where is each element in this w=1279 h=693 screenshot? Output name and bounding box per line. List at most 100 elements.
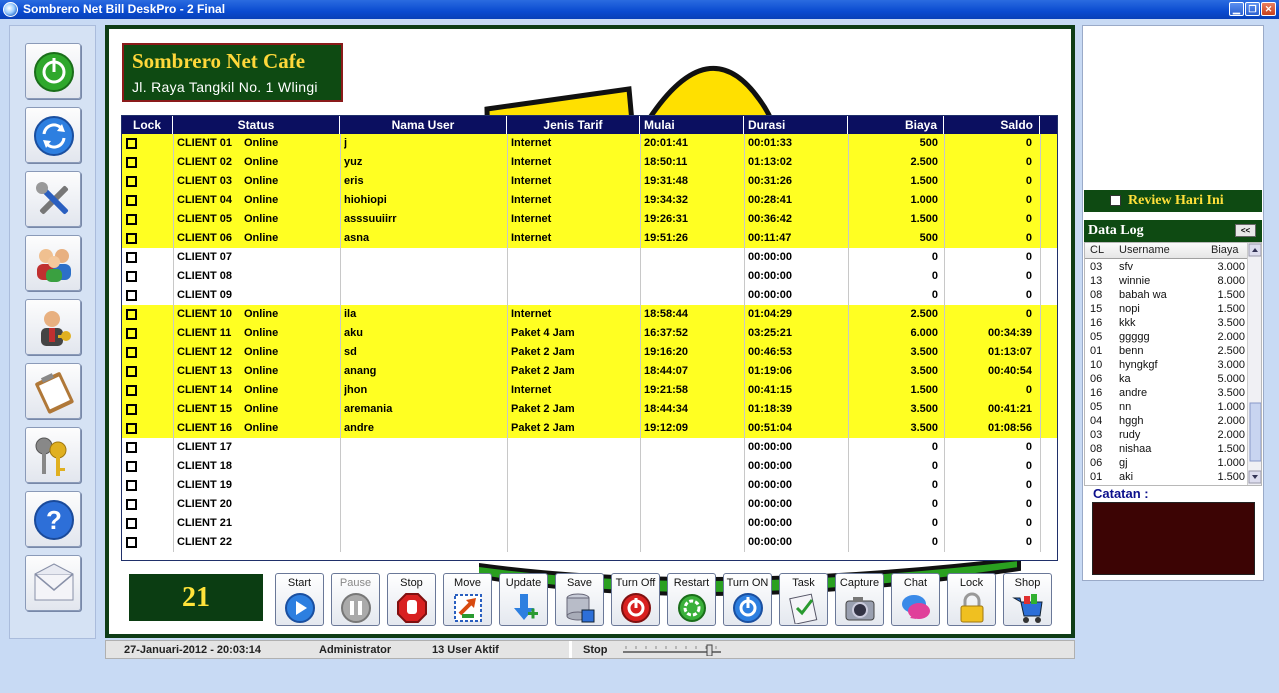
- table-row[interactable]: CLIENT 06 Online asna Internet 19:51:26 00:11…: [122, 229, 1057, 248]
- keys-button[interactable]: [25, 427, 81, 483]
- col-status[interactable]: Status: [173, 116, 340, 134]
- datalog-row[interactable]: 03 rudy 2.000: [1085, 428, 1247, 442]
- message-button[interactable]: [25, 555, 81, 611]
- save-button[interactable]: Save: [555, 573, 604, 626]
- table-row[interactable]: CLIENT 20 00:00:00 0 0: [122, 495, 1057, 514]
- start-button[interactable]: Start: [275, 573, 324, 626]
- col-biaya[interactable]: Biaya: [848, 116, 944, 134]
- table-row[interactable]: CLIENT 08 00:00:00 0 0: [122, 267, 1057, 286]
- lock-checkbox[interactable]: [126, 138, 137, 149]
- lock-checkbox[interactable]: [126, 214, 137, 225]
- table-row[interactable]: CLIENT 17 00:00:00 0 0: [122, 438, 1057, 457]
- lock-checkbox[interactable]: [126, 518, 137, 529]
- datalog-row[interactable]: 16 andre 3.500: [1085, 386, 1247, 400]
- minimize-button[interactable]: ▁: [1229, 2, 1244, 16]
- datalog-col-biaya[interactable]: Biaya: [1211, 244, 1239, 256]
- refresh-button[interactable]: [25, 107, 81, 163]
- pause-button[interactable]: Pause: [331, 573, 380, 626]
- table-row[interactable]: CLIENT 15 Online aremania Paket 2 Jam 18:44:…: [122, 400, 1057, 419]
- report-button[interactable]: [25, 363, 81, 419]
- datalog-row[interactable]: 05 nn 1.000: [1085, 400, 1247, 414]
- datalog-row[interactable]: 08 babah wa 1.500: [1085, 288, 1247, 302]
- datalog-row[interactable]: 10 hyngkgf 3.000: [1085, 358, 1247, 372]
- datalog-row[interactable]: 04 hggh 2.000: [1085, 414, 1247, 428]
- users-button[interactable]: [25, 235, 81, 291]
- col-mulai[interactable]: Mulai: [640, 116, 744, 134]
- table-row[interactable]: CLIENT 19 00:00:00 0 0: [122, 476, 1057, 495]
- table-row[interactable]: CLIENT 21 00:00:00 0 0: [122, 514, 1057, 533]
- table-row[interactable]: CLIENT 09 00:00:00 0 0: [122, 286, 1057, 305]
- datalog-row[interactable]: 16 kkk 3.500: [1085, 316, 1247, 330]
- lock-checkbox[interactable]: [126, 233, 137, 244]
- lock-checkbox[interactable]: [126, 499, 137, 510]
- table-row[interactable]: CLIENT 14 Online jhon Internet 19:21:58 00:41…: [122, 381, 1057, 400]
- datalog-row[interactable]: 08 nishaa 1.500: [1085, 442, 1247, 456]
- col-jenis-tarif[interactable]: Jenis Tarif: [507, 116, 640, 134]
- table-row[interactable]: CLIENT 03 Online eris Internet 19:31:48 00:31…: [122, 172, 1057, 191]
- update-button[interactable]: Update: [499, 573, 548, 626]
- datalog-col-cl[interactable]: CL: [1090, 244, 1104, 256]
- table-row[interactable]: CLIENT 13 Online anang Paket 2 Jam 18:44:07 0…: [122, 362, 1057, 381]
- move-button[interactable]: Move: [443, 573, 492, 626]
- lock-checkbox[interactable]: [126, 480, 137, 491]
- datalog-scrollbar[interactable]: [1247, 243, 1261, 485]
- col-lock[interactable]: Lock: [122, 116, 173, 134]
- lock-checkbox[interactable]: [126, 157, 137, 168]
- power-button[interactable]: [25, 43, 81, 99]
- datalog-row[interactable]: 06 gj 1.000: [1085, 456, 1247, 470]
- table-row[interactable]: CLIENT 16 Online andre Paket 2 Jam 19:12:09 0…: [122, 419, 1057, 438]
- datalog-row[interactable]: 06 ka 5.000: [1085, 372, 1247, 386]
- datalog-col-username[interactable]: Username: [1119, 244, 1170, 256]
- lock-checkbox[interactable]: [126, 309, 137, 320]
- datalog-row[interactable]: 13 winnie 8.000: [1085, 274, 1247, 288]
- lock-checkbox[interactable]: [126, 252, 137, 263]
- chat-button[interactable]: Chat: [891, 573, 940, 626]
- review-checkbox[interactable]: [1110, 195, 1121, 206]
- table-row[interactable]: CLIENT 01 Online j Internet 20:01:41 00:01:33…: [122, 134, 1057, 153]
- lock-checkbox[interactable]: [126, 271, 137, 282]
- lock-checkbox[interactable]: [126, 385, 137, 396]
- lock-checkbox[interactable]: [126, 347, 137, 358]
- datalog-row[interactable]: 15 nopi 1.500: [1085, 302, 1247, 316]
- col-saldo[interactable]: Saldo: [944, 116, 1040, 134]
- datalog-list[interactable]: CL Username Biaya 03 sfv 3.000 13 winnie 8.00…: [1084, 242, 1262, 486]
- catatan-textarea[interactable]: [1092, 502, 1255, 575]
- table-row[interactable]: CLIENT 07 00:00:00 0 0: [122, 248, 1057, 267]
- tools-button[interactable]: [25, 171, 81, 227]
- shop-button[interactable]: Shop: [1003, 573, 1052, 626]
- turn-on-button[interactable]: Turn ON: [723, 573, 772, 626]
- capture-button[interactable]: Capture: [835, 573, 884, 626]
- stop-button[interactable]: Stop: [387, 573, 436, 626]
- lock-checkbox[interactable]: [126, 366, 137, 377]
- lock-checkbox[interactable]: [126, 404, 137, 415]
- table-row[interactable]: CLIENT 11 Online aku Paket 4 Jam 16:37:52 03:…: [122, 324, 1057, 343]
- table-row[interactable]: CLIENT 04 Online hiohiopi Internet 19:34:32 0…: [122, 191, 1057, 210]
- datalog-collapse-button[interactable]: <<: [1235, 224, 1256, 237]
- lock-checkbox[interactable]: [126, 461, 137, 472]
- lock-checkbox[interactable]: [126, 328, 137, 339]
- review-today-toggle[interactable]: Review Hari Ini: [1084, 190, 1262, 212]
- lock-checkbox[interactable]: [126, 290, 137, 301]
- lock-button[interactable]: Lock: [947, 573, 996, 626]
- lock-checkbox[interactable]: [126, 423, 137, 434]
- col-nama-user[interactable]: Nama User: [340, 116, 507, 134]
- datalog-row[interactable]: 01 aki 1.500: [1085, 470, 1247, 484]
- table-row[interactable]: CLIENT 18 00:00:00 0 0: [122, 457, 1057, 476]
- lock-checkbox[interactable]: [126, 176, 137, 187]
- table-row[interactable]: CLIENT 12 Online sd Paket 2 Jam 19:16:20 00:4…: [122, 343, 1057, 362]
- table-row[interactable]: CLIENT 10 Online ila Internet 18:58:44 01:04:…: [122, 305, 1057, 324]
- lock-checkbox[interactable]: [126, 537, 137, 548]
- help-button[interactable]: ?: [25, 491, 81, 547]
- datalog-row[interactable]: 03 sfv 3.000: [1085, 260, 1247, 274]
- restore-button[interactable]: ❐: [1245, 2, 1260, 16]
- speed-slider[interactable]: [621, 644, 725, 656]
- task-button[interactable]: Task: [779, 573, 828, 626]
- table-row[interactable]: CLIENT 05 Online asssuuiirr Internet 19:26:3…: [122, 210, 1057, 229]
- table-row[interactable]: CLIENT 22 00:00:00 0 0: [122, 533, 1057, 552]
- turn-off-button[interactable]: Turn Off: [611, 573, 660, 626]
- close-button[interactable]: ✕: [1261, 2, 1276, 16]
- lock-checkbox[interactable]: [126, 442, 137, 453]
- datalog-row[interactable]: 05 ggggg 2.000: [1085, 330, 1247, 344]
- restart-button[interactable]: Restart: [667, 573, 716, 626]
- lock-checkbox[interactable]: [126, 195, 137, 206]
